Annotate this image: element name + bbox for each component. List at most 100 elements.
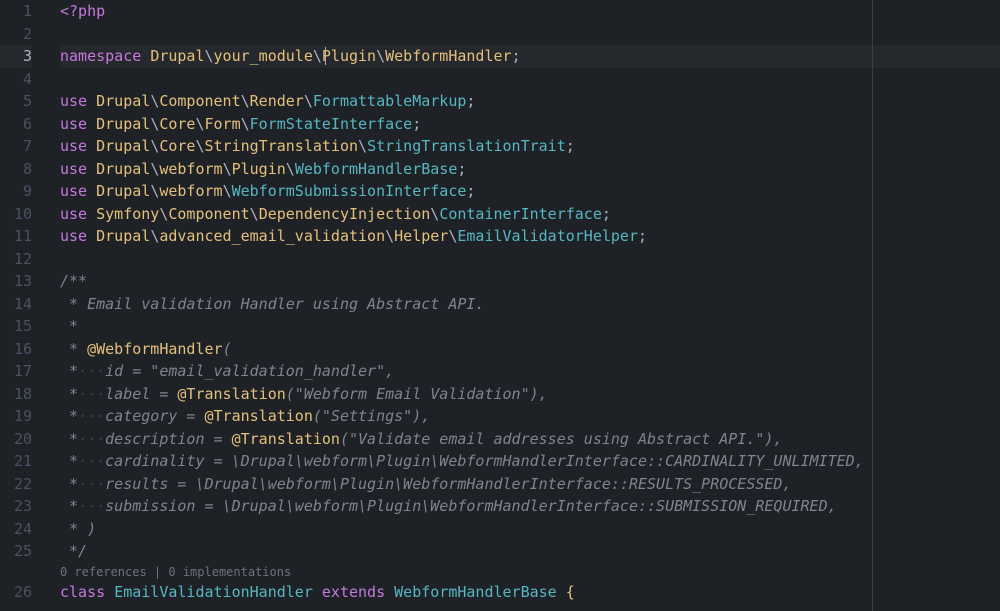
token: \ bbox=[376, 47, 385, 65]
code-line[interactable]: *···results = \Drupal\webform\Plugin\Web… bbox=[60, 473, 1000, 496]
line-number: 8 bbox=[0, 158, 32, 181]
token: * bbox=[60, 385, 78, 403]
token bbox=[87, 92, 96, 110]
token: WebformHandlerBase bbox=[394, 583, 557, 601]
token: Drupal bbox=[96, 160, 150, 178]
line-number: 12 bbox=[0, 248, 32, 271]
token: \ bbox=[150, 115, 159, 133]
code-line[interactable]: *···submission = \Drupal\webform\Plugin\… bbox=[60, 495, 1000, 518]
code-line[interactable]: * bbox=[60, 315, 1000, 338]
token: \ bbox=[250, 205, 259, 223]
code-line[interactable]: use Drupal\Core\StringTranslation\String… bbox=[60, 135, 1000, 158]
line-number: 3 bbox=[0, 45, 32, 68]
token bbox=[87, 205, 96, 223]
line-number: 15 bbox=[0, 315, 32, 338]
token: \ bbox=[150, 182, 159, 200]
token: { bbox=[566, 583, 575, 601]
token: * bbox=[60, 340, 87, 358]
code-line[interactable]: /** bbox=[60, 270, 1000, 293]
line-number: 10 bbox=[0, 203, 32, 226]
code-line[interactable]: use Drupal\webform\WebformSubmissionInte… bbox=[60, 180, 1000, 203]
token: ( bbox=[223, 340, 232, 358]
token: FormStateInterface bbox=[250, 115, 413, 133]
token: use bbox=[60, 205, 87, 223]
token: \ bbox=[304, 92, 313, 110]
token: Component bbox=[168, 205, 249, 223]
code-line[interactable]: use Drupal\Component\Render\FormattableM… bbox=[60, 90, 1000, 113]
token: Render bbox=[250, 92, 304, 110]
code-line[interactable]: *···id = "email_validation_handler", bbox=[60, 360, 1000, 383]
token: * bbox=[60, 362, 78, 380]
code-line[interactable]: * Email validation Handler using Abstrac… bbox=[60, 293, 1000, 316]
code-line[interactable]: use Symfony\Component\DependencyInjectio… bbox=[60, 203, 1000, 226]
code-line[interactable]: * @WebformHandler( bbox=[60, 338, 1000, 361]
token: your_module bbox=[214, 47, 313, 65]
token: ··· bbox=[78, 430, 105, 448]
token: advanced_email_validation bbox=[159, 227, 385, 245]
token bbox=[87, 227, 96, 245]
token: label = bbox=[105, 385, 177, 403]
token: Plugin bbox=[322, 47, 376, 65]
line-number: 14 bbox=[0, 293, 32, 316]
line-number: 25 bbox=[0, 540, 32, 563]
code-line[interactable]: <?php bbox=[60, 0, 1000, 23]
code-line[interactable]: */ bbox=[60, 540, 1000, 563]
token: Drupal bbox=[96, 137, 150, 155]
line-number: 18 bbox=[0, 383, 32, 406]
token: \ bbox=[150, 137, 159, 155]
token: \ bbox=[150, 160, 159, 178]
token: ··· bbox=[78, 475, 105, 493]
line-number: 11 bbox=[0, 225, 32, 248]
token: * bbox=[60, 452, 78, 470]
code-line[interactable]: * ) bbox=[60, 518, 1000, 541]
token: Component bbox=[159, 92, 240, 110]
token: use bbox=[60, 92, 87, 110]
token: ; bbox=[638, 227, 647, 245]
token: use bbox=[60, 137, 87, 155]
line-number: 7 bbox=[0, 135, 32, 158]
token bbox=[105, 583, 114, 601]
token: \ bbox=[223, 182, 232, 200]
code-line[interactable] bbox=[60, 23, 1000, 46]
token: FormattableMarkup bbox=[313, 92, 467, 110]
token: ··· bbox=[78, 407, 105, 425]
code-line[interactable]: use Drupal\webform\Plugin\WebformHandler… bbox=[60, 158, 1000, 181]
token: Core bbox=[159, 137, 195, 155]
token: webform bbox=[159, 182, 222, 200]
code-line[interactable]: *···description = @Translation("Validate… bbox=[60, 428, 1000, 451]
token bbox=[313, 583, 322, 601]
code-area[interactable]: <?phpnamespace Drupal\your_module\Plugin… bbox=[60, 0, 1000, 603]
token: cardinality = \Drupal\webform\Plugin\Web… bbox=[105, 452, 864, 470]
code-line[interactable]: *···category = @Translation("Settings"), bbox=[60, 405, 1000, 428]
code-editor[interactable]: 1234567891011121314151617181920212223242… bbox=[0, 0, 1000, 611]
token: \ bbox=[195, 115, 204, 133]
token: Form bbox=[205, 115, 241, 133]
code-line[interactable]: class EmailValidationHandler extends Web… bbox=[60, 581, 1000, 604]
code-line[interactable] bbox=[60, 68, 1000, 91]
token: <?php bbox=[60, 2, 105, 20]
token: ; bbox=[466, 92, 475, 110]
code-lens[interactable]: 0 references | 0 implementations bbox=[0, 563, 1000, 581]
token bbox=[141, 47, 150, 65]
token: ··· bbox=[78, 497, 105, 515]
code-line[interactable]: *···cardinality = \Drupal\webform\Plugin… bbox=[60, 450, 1000, 473]
token: ContainerInterface bbox=[439, 205, 602, 223]
token: ; bbox=[457, 160, 466, 178]
token: StringTranslation bbox=[205, 137, 359, 155]
line-number: 17 bbox=[0, 360, 32, 383]
code-line[interactable]: namespace Drupal\your_module\Plugin\Webf… bbox=[60, 45, 1000, 68]
token: ; bbox=[412, 115, 421, 133]
token: @Translation bbox=[205, 407, 313, 425]
code-line[interactable]: *···label = @Translation("Webform Email … bbox=[60, 383, 1000, 406]
line-number: 9 bbox=[0, 180, 32, 203]
token: \ bbox=[241, 115, 250, 133]
code-line[interactable] bbox=[60, 248, 1000, 271]
code-line[interactable]: use Drupal\advanced_email_validation\Hel… bbox=[60, 225, 1000, 248]
code-line[interactable]: use Drupal\Core\Form\FormStateInterface; bbox=[60, 113, 1000, 136]
token: EmailValidatorHelper bbox=[457, 227, 638, 245]
token: ··· bbox=[78, 452, 105, 470]
line-number: 2 bbox=[0, 23, 32, 46]
token: use bbox=[60, 160, 87, 178]
token: namespace bbox=[60, 47, 141, 65]
token: results = \Drupal\webform\Plugin\Webform… bbox=[105, 475, 791, 493]
